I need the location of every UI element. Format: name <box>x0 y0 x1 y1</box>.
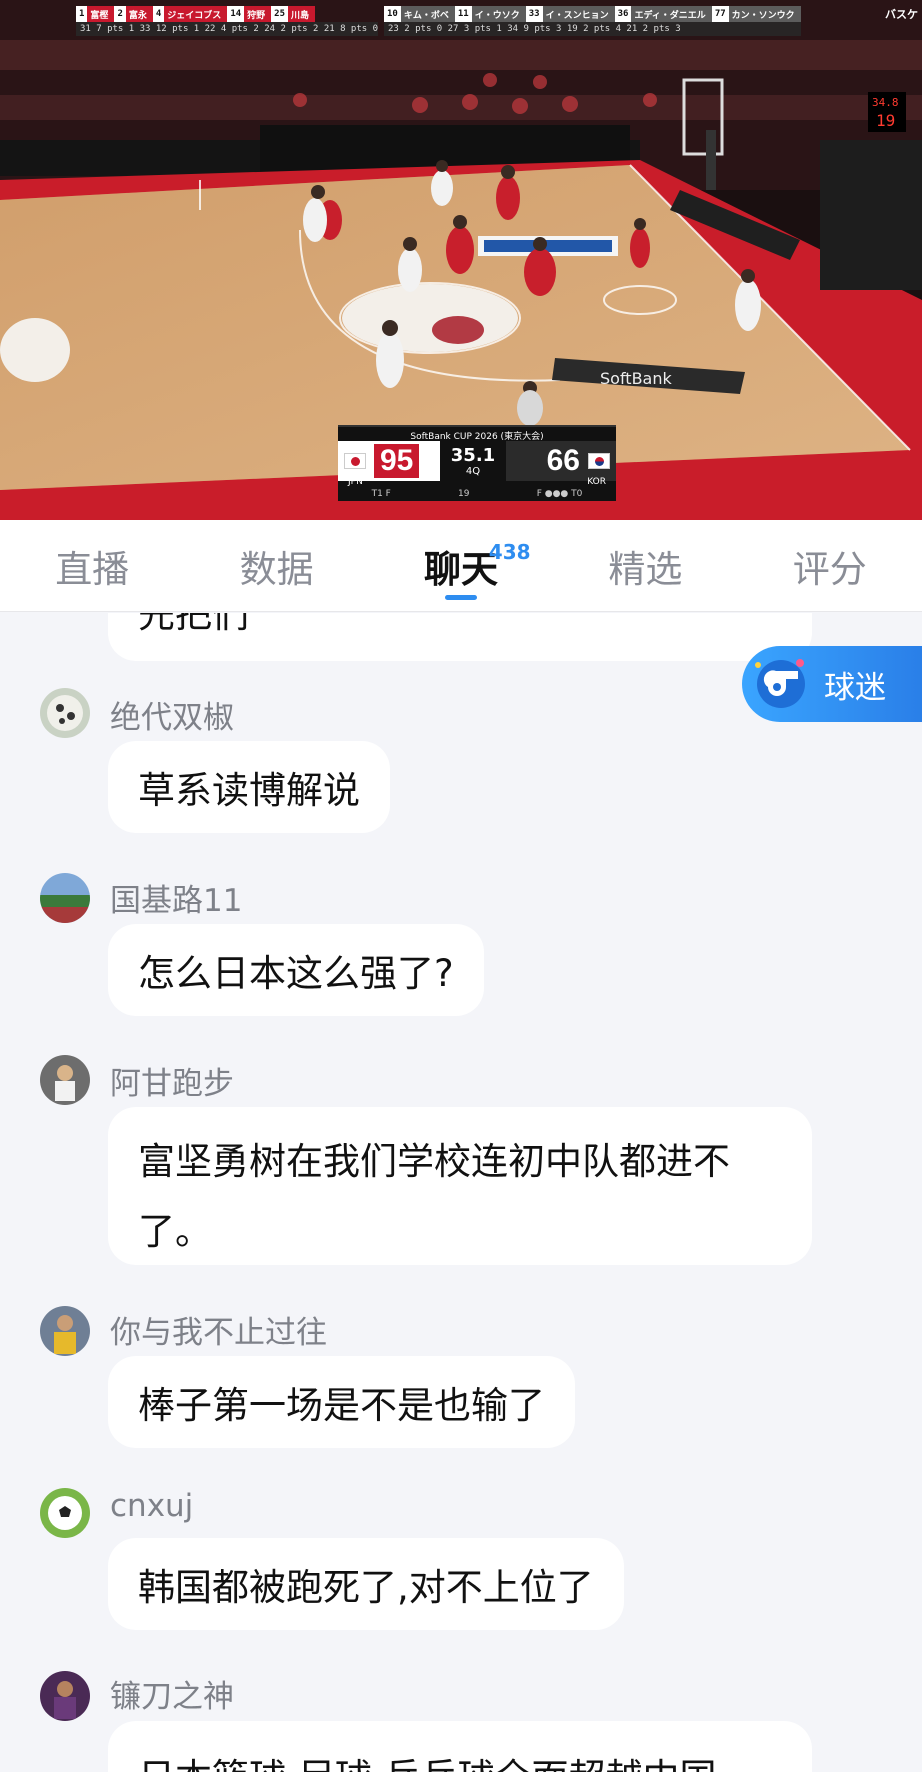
video-player[interactable]: SoftBank 34.8 19 1 富樫 2 富永 4 ジェイコブス 14 狩… <box>0 0 922 520</box>
whistle-icon <box>755 659 805 708</box>
tab-chat[interactable]: 聊天 438 <box>369 520 553 612</box>
japan-flag-icon <box>344 453 366 469</box>
home-team-score: 95 <box>338 441 440 481</box>
kor-player-1: 10 キム・ボベ <box>384 6 455 22</box>
username[interactable]: cnxuj <box>110 1488 193 1524</box>
floor-banner-text: SoftBank <box>600 369 672 388</box>
tab-highlights[interactable]: 精选 <box>553 520 737 612</box>
chat-bubble: 棒子第一场是不是也输了 <box>108 1356 575 1448</box>
chat-bubble: 草系读博解说 <box>108 741 390 833</box>
shot-clock-bottom: 19 <box>876 111 895 130</box>
chat-count-badge: 438 <box>488 540 531 564</box>
home-score: 95 <box>374 444 420 478</box>
jpn-player-1: 1 富樫 <box>76 6 115 22</box>
jpn-player-2: 2 富永 <box>114 6 153 22</box>
jpn-player-4: 14 狩野 <box>227 6 272 22</box>
username[interactable]: 绝代双椒 <box>110 692 234 737</box>
active-tab-indicator <box>444 595 477 600</box>
user-avatar[interactable] <box>40 873 90 923</box>
kor-player-5: 77 カン・ソンウク <box>711 6 801 22</box>
away-team-score: 66 <box>506 441 616 481</box>
tab-live[interactable]: 直播 <box>0 520 184 612</box>
chat-bubble: 先把们 <box>108 613 812 661</box>
app-root: SoftBank 34.8 19 1 富樫 2 富永 4 ジェイコブス 14 狩… <box>0 0 922 1772</box>
score-bug: SoftBank CUP 2026 (東京大会) 95 35.1 4Q 66 J… <box>338 425 616 501</box>
user-avatar[interactable] <box>40 1671 90 1721</box>
tab-rating[interactable]: 评分 <box>738 520 922 612</box>
fan-mode-button[interactable]: 球迷 <box>742 646 922 722</box>
user-avatar[interactable] <box>40 1055 90 1105</box>
chat-list[interactable]: 先把们 绝代双椒 草系读博解说 国基路11 怎么日本这么强了? 阿甘跑步 富坚勇… <box>0 613 922 1772</box>
game-clock: 35.1 4Q <box>450 445 496 477</box>
broadcaster-logo: バスケ <box>885 8 918 21</box>
team-codes: JPN KOR <box>348 477 606 487</box>
tab-data[interactable]: 数据 <box>184 520 368 612</box>
user-avatar[interactable] <box>40 1306 90 1356</box>
user-avatar[interactable] <box>40 1488 90 1538</box>
kor-player-2: 11 イ・ウソク <box>454 6 526 22</box>
tab-bar: 直播 数据 聊天 438 精选 评分 <box>0 520 922 612</box>
jpn-lineup: 1 富樫 2 富永 4 ジェイコブス 14 狩野 25 川島 31 7 pts 1 33 … <box>76 6 379 38</box>
shot-clock-top: 34.8 <box>872 96 899 109</box>
kor-lineup: 10 キム・ボベ 11 イ・ウソク 33 イ・スンヒョン 36 エディ・ダニエル 77 カ… <box>384 6 801 38</box>
user-avatar[interactable] <box>40 688 90 738</box>
username[interactable]: 国基路11 <box>110 875 242 920</box>
username[interactable]: 阿甘跑步 <box>110 1058 234 1103</box>
player-stats-strip: 1 富樫 2 富永 4 ジェイコブス 14 狩野 25 川島 31 7 pts 1 33 … <box>76 6 906 38</box>
timeouts-row: T1 F 19 F ●●● T0 <box>371 489 583 499</box>
fan-mode-label: 球迷 <box>824 669 886 706</box>
away-score: 66 <box>546 444 580 477</box>
chat-bubble: 富坚勇树在我们学校连初中队都进不了。 <box>108 1107 812 1265</box>
username[interactable]: 镰刀之神 <box>110 1671 234 1716</box>
jpn-player-5: 25 川島 <box>271 6 316 22</box>
chat-bubble: 韩国都被跑死了,对不上位了 <box>108 1538 624 1630</box>
kor-player-4: 36 エディ・ダニエル <box>614 6 712 22</box>
kor-player-stats: 23 2 pts 0 27 3 pts 1 34 9 pts 3 19 2 pt… <box>384 22 801 36</box>
chat-bubble: 日本篮球 足球 乒乓球全面超越中国 <box>108 1721 812 1772</box>
username[interactable]: 你与我不止过往 <box>110 1307 327 1352</box>
chat-bubble: 怎么日本这么强了? <box>108 924 484 1016</box>
jpn-player-3: 4 ジェイコブス <box>152 6 228 22</box>
kor-player-3: 33 イ・スンヒョン <box>525 6 615 22</box>
korea-flag-icon <box>588 453 610 469</box>
jpn-player-stats: 31 7 pts 1 33 12 pts 1 22 4 pts 2 24 2 p… <box>76 22 379 36</box>
